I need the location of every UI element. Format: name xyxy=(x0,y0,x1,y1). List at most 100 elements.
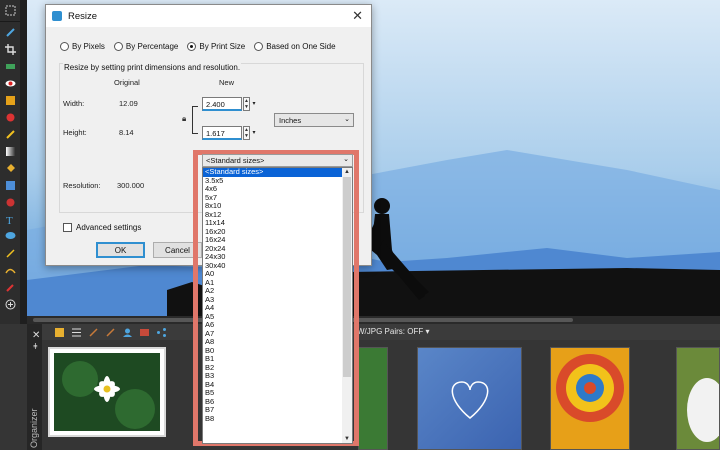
chevron-down-icon: ▾ xyxy=(425,327,430,336)
organizer-label: Organizer xyxy=(29,408,39,448)
crop-tool-icon[interactable] xyxy=(4,43,17,56)
list-scroll-thumb[interactable] xyxy=(343,177,351,377)
radio-button[interactable] xyxy=(254,42,264,51)
edit-icon[interactable] xyxy=(105,327,116,338)
picture-tube-icon[interactable] xyxy=(4,179,17,192)
paint-brush-icon[interactable] xyxy=(4,128,17,141)
list-item[interactable]: B4 xyxy=(203,380,344,390)
pick-tool-icon[interactable] xyxy=(4,26,17,39)
list-item[interactable]: 30x40 xyxy=(203,261,344,271)
pen-tool-icon[interactable] xyxy=(4,247,17,260)
list-item[interactable]: A8 xyxy=(203,337,344,347)
list-item[interactable]: A5 xyxy=(203,312,344,322)
view-list-icon[interactable] xyxy=(71,327,82,338)
gradient-tool-icon[interactable] xyxy=(4,145,17,158)
straighten-tool-icon[interactable] xyxy=(4,60,17,73)
eraser-tool-icon[interactable] xyxy=(4,196,17,209)
app-icon xyxy=(52,11,62,21)
radio-button[interactable] xyxy=(187,42,197,51)
list-item[interactable]: B8 xyxy=(203,414,344,424)
radio-by-pixels[interactable]: By Pixels xyxy=(60,42,105,51)
dialog-titlebar[interactable]: Resize ✕ xyxy=(46,5,371,27)
list-item[interactable]: 5x7 xyxy=(203,193,344,203)
people-icon[interactable] xyxy=(122,327,133,338)
radio-by-percentage[interactable]: By Percentage xyxy=(113,42,178,51)
thumbnail-cockatoo[interactable] xyxy=(676,347,720,450)
list-item[interactable]: A3 xyxy=(203,295,344,305)
dialog-title: Resize xyxy=(68,10,98,22)
scroll-up-icon[interactable]: ▲ xyxy=(342,168,352,176)
add-tool-icon[interactable] xyxy=(4,298,17,311)
height-spinner[interactable]: ▲ ▼ xyxy=(243,126,250,140)
list-item[interactable]: A6 xyxy=(203,320,344,330)
list-item[interactable]: A1 xyxy=(203,278,344,288)
list-item[interactable]: 4x6 xyxy=(203,184,344,194)
list-item[interactable]: A2 xyxy=(203,286,344,296)
units-select[interactable]: Inches ⌄ xyxy=(274,113,354,127)
brush-icon[interactable] xyxy=(88,327,99,338)
list-item[interactable]: <Standard sizes> xyxy=(203,168,344,177)
resolution-original-value: 300.000 xyxy=(117,181,145,190)
radio-based-on-one-side[interactable]: Based on One Side xyxy=(254,42,336,51)
height-new-input[interactable]: 1.617 xyxy=(202,126,242,140)
lock-aspect-icon[interactable]: 🔒︎ xyxy=(182,114,186,124)
scroll-down-icon[interactable]: ▼ xyxy=(342,435,352,443)
thumbnail-leaves[interactable] xyxy=(358,347,388,450)
list-item[interactable]: B1 xyxy=(203,354,344,364)
retouch-tool-icon[interactable] xyxy=(4,111,17,124)
radio-label: Based on One Side xyxy=(266,42,336,51)
list-scrollbar[interactable]: ▲ ▼ xyxy=(342,168,352,443)
radio-button[interactable] xyxy=(60,42,69,51)
radio-button[interactable] xyxy=(113,42,123,51)
standard-sizes-list[interactable]: <Standard sizes> 3.5x5 4x6 5x7 8x10 8x12 11x14… xyxy=(202,167,353,444)
ok-button[interactable]: OK xyxy=(96,242,145,258)
close-icon[interactable]: ✕ xyxy=(32,330,40,341)
list-item[interactable]: A4 xyxy=(203,303,344,313)
list-item[interactable]: B3 xyxy=(203,371,344,381)
advanced-settings-label: Advanced settings xyxy=(76,223,142,232)
list-item[interactable]: B7 xyxy=(203,405,344,415)
list-item[interactable]: B2 xyxy=(203,363,344,373)
shape-tool-icon[interactable] xyxy=(4,230,17,243)
height-dropdown-arrow[interactable]: ▾ xyxy=(251,126,257,140)
clone-tool-icon[interactable] xyxy=(4,94,17,107)
advanced-settings-checkbox-row[interactable]: Advanced settings xyxy=(63,223,141,232)
share-icon[interactable] xyxy=(156,327,167,338)
list-item[interactable]: 8x10 xyxy=(203,201,344,211)
list-item[interactable]: B5 xyxy=(203,388,344,398)
selection-tool-icon[interactable] xyxy=(4,4,17,17)
dropper-tool-icon[interactable] xyxy=(4,281,17,294)
thumbnail-heart[interactable] xyxy=(417,347,522,450)
width-dropdown-arrow[interactable]: ▾ xyxy=(251,97,257,111)
svg-text:T: T xyxy=(6,215,13,225)
advanced-settings-checkbox[interactable] xyxy=(63,223,72,232)
fill-tool-icon[interactable] xyxy=(4,162,17,175)
list-item[interactable]: B6 xyxy=(203,397,344,407)
thumbnail-balloon[interactable] xyxy=(550,347,630,450)
photo-stack-icon[interactable] xyxy=(139,327,150,338)
thumbnail-lotus[interactable] xyxy=(48,347,166,437)
red-eye-tool-icon[interactable] xyxy=(4,77,17,90)
canvas-horizontal-scrollbar[interactable] xyxy=(27,316,720,324)
chevron-down-icon: ⌄ xyxy=(344,116,350,123)
width-spinner[interactable]: ▲ ▼ xyxy=(243,97,250,111)
list-item[interactable]: A0 xyxy=(203,269,344,279)
chevron-down-icon: ⌄ xyxy=(343,156,349,163)
standard-sizes-value: <Standard sizes> xyxy=(206,156,265,165)
standard-sizes-items: <Standard sizes> 3.5x5 4x6 5x7 8x10 8x12 11x14… xyxy=(203,168,344,423)
units-value: Inches xyxy=(279,116,302,125)
browse-folder-icon[interactable] xyxy=(54,327,65,338)
radio-by-print-size[interactable]: By Print Size xyxy=(187,42,245,51)
resolution-label: Resolution: xyxy=(63,181,101,190)
raw-pairs-label: W/JPG Pairs: OFF xyxy=(357,327,424,336)
list-item[interactable]: A7 xyxy=(203,329,344,339)
raw-pairs-toggle[interactable]: W/JPG Pairs: OFF ▾ xyxy=(357,327,429,336)
pin-icon[interactable]: ǂ xyxy=(33,342,38,351)
list-item[interactable]: B0 xyxy=(203,346,344,356)
standard-sizes-select[interactable]: <Standard sizes> ⌄ xyxy=(202,154,353,167)
text-tool-icon[interactable]: T xyxy=(4,213,17,226)
warp-brush-icon[interactable] xyxy=(4,264,17,277)
width-new-input[interactable]: 2.400 xyxy=(202,97,242,111)
list-item[interactable]: 3.5x5 xyxy=(203,176,344,186)
close-icon[interactable]: ✕ xyxy=(352,8,363,24)
